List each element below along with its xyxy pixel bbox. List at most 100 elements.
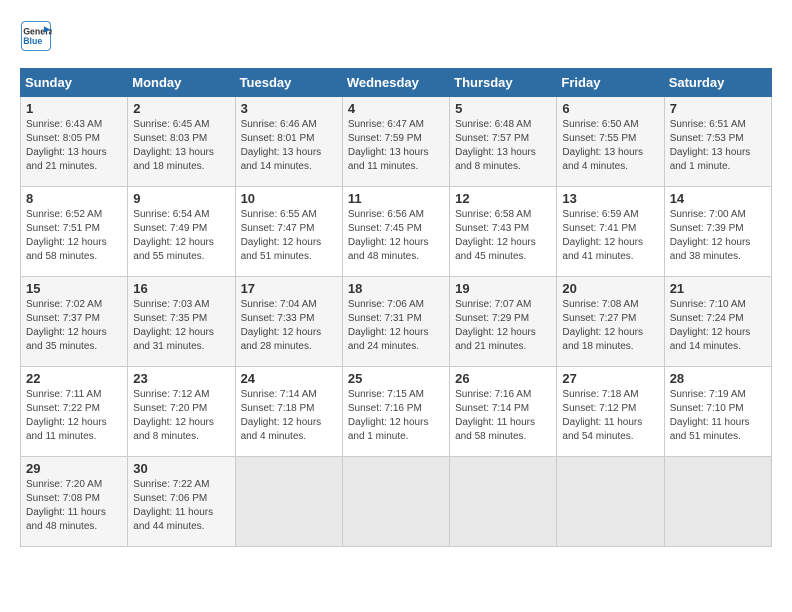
- page-header: General Blue: [20, 20, 772, 52]
- day-info: Sunrise: 6:54 AM Sunset: 7:49 PM Dayligh…: [133, 208, 229, 264]
- day-info: Sunrise: 7:18 AM Sunset: 7:12 PM Dayligh…: [562, 388, 658, 444]
- weekday-header: Monday: [128, 69, 235, 97]
- calendar-day-cell: 24 Sunrise: 7:14 AM Sunset: 7:18 PM Dayl…: [235, 367, 342, 457]
- daylight-label: Daylight: 12 hours and 58 minutes.: [26, 237, 107, 262]
- day-number: 3: [241, 101, 337, 116]
- sunset-label: Sunset: 7:10 PM: [670, 403, 744, 414]
- weekday-header: Wednesday: [342, 69, 449, 97]
- sunset-label: Sunset: 8:03 PM: [133, 133, 207, 144]
- daylight-label: Daylight: 12 hours and 31 minutes.: [133, 327, 214, 352]
- day-number: 1: [26, 101, 122, 116]
- daylight-label: Daylight: 11 hours and 44 minutes.: [133, 507, 213, 532]
- calendar-day-cell: 29 Sunrise: 7:20 AM Sunset: 7:08 PM Dayl…: [21, 457, 128, 547]
- daylight-label: Daylight: 12 hours and 45 minutes.: [455, 237, 536, 262]
- weekday-header: Tuesday: [235, 69, 342, 97]
- calendar-day-cell: 25 Sunrise: 7:15 AM Sunset: 7:16 PM Dayl…: [342, 367, 449, 457]
- sunset-label: Sunset: 7:22 PM: [26, 403, 100, 414]
- day-info: Sunrise: 7:20 AM Sunset: 7:08 PM Dayligh…: [26, 478, 122, 534]
- calendar-day-cell: 8 Sunrise: 6:52 AM Sunset: 7:51 PM Dayli…: [21, 187, 128, 277]
- sunrise-label: Sunrise: 7:11 AM: [26, 389, 101, 400]
- daylight-label: Daylight: 12 hours and 51 minutes.: [241, 237, 322, 262]
- calendar-day-cell: 14 Sunrise: 7:00 AM Sunset: 7:39 PM Dayl…: [664, 187, 771, 277]
- sunrise-label: Sunrise: 7:02 AM: [26, 299, 102, 310]
- day-number: 2: [133, 101, 229, 116]
- sunrise-label: Sunrise: 6:43 AM: [26, 119, 102, 130]
- day-number: 4: [348, 101, 444, 116]
- day-info: Sunrise: 6:47 AM Sunset: 7:59 PM Dayligh…: [348, 118, 444, 174]
- day-number: 15: [26, 281, 122, 296]
- day-number: 24: [241, 371, 337, 386]
- daylight-label: Daylight: 12 hours and 24 minutes.: [348, 327, 429, 352]
- sunrise-label: Sunrise: 7:14 AM: [241, 389, 317, 400]
- calendar-day-cell: 26 Sunrise: 7:16 AM Sunset: 7:14 PM Dayl…: [450, 367, 557, 457]
- daylight-label: Daylight: 13 hours and 11 minutes.: [348, 147, 429, 172]
- sunrise-label: Sunrise: 6:47 AM: [348, 119, 424, 130]
- daylight-label: Daylight: 12 hours and 11 minutes.: [26, 417, 107, 442]
- calendar-day-cell: 13 Sunrise: 6:59 AM Sunset: 7:41 PM Dayl…: [557, 187, 664, 277]
- sunset-label: Sunset: 8:01 PM: [241, 133, 315, 144]
- calendar-day-cell: 28 Sunrise: 7:19 AM Sunset: 7:10 PM Dayl…: [664, 367, 771, 457]
- day-number: 5: [455, 101, 551, 116]
- day-info: Sunrise: 7:12 AM Sunset: 7:20 PM Dayligh…: [133, 388, 229, 444]
- sunset-label: Sunset: 7:49 PM: [133, 223, 207, 234]
- weekday-header: Saturday: [664, 69, 771, 97]
- daylight-label: Daylight: 13 hours and 8 minutes.: [455, 147, 536, 172]
- day-number: 20: [562, 281, 658, 296]
- sunrise-label: Sunrise: 6:46 AM: [241, 119, 317, 130]
- calendar-day-cell: 17 Sunrise: 7:04 AM Sunset: 7:33 PM Dayl…: [235, 277, 342, 367]
- calendar-day-cell: 20 Sunrise: 7:08 AM Sunset: 7:27 PM Dayl…: [557, 277, 664, 367]
- day-info: Sunrise: 6:43 AM Sunset: 8:05 PM Dayligh…: [26, 118, 122, 174]
- day-info: Sunrise: 6:48 AM Sunset: 7:57 PM Dayligh…: [455, 118, 551, 174]
- sunrise-label: Sunrise: 7:22 AM: [133, 479, 209, 490]
- day-info: Sunrise: 6:50 AM Sunset: 7:55 PM Dayligh…: [562, 118, 658, 174]
- sunset-label: Sunset: 8:05 PM: [26, 133, 100, 144]
- sunset-label: Sunset: 7:14 PM: [455, 403, 529, 414]
- day-number: 23: [133, 371, 229, 386]
- calendar-day-cell: 9 Sunrise: 6:54 AM Sunset: 7:49 PM Dayli…: [128, 187, 235, 277]
- weekday-header: Thursday: [450, 69, 557, 97]
- sunset-label: Sunset: 7:06 PM: [133, 493, 207, 504]
- sunset-label: Sunset: 7:27 PM: [562, 313, 636, 324]
- calendar-day-cell: 7 Sunrise: 6:51 AM Sunset: 7:53 PM Dayli…: [664, 97, 771, 187]
- calendar-day-cell: 3 Sunrise: 6:46 AM Sunset: 8:01 PM Dayli…: [235, 97, 342, 187]
- sunrise-label: Sunrise: 6:58 AM: [455, 209, 531, 220]
- day-number: 18: [348, 281, 444, 296]
- sunrise-label: Sunrise: 7:08 AM: [562, 299, 638, 310]
- day-number: 6: [562, 101, 658, 116]
- day-number: 28: [670, 371, 766, 386]
- day-info: Sunrise: 7:04 AM Sunset: 7:33 PM Dayligh…: [241, 298, 337, 354]
- sunrise-label: Sunrise: 7:20 AM: [26, 479, 102, 490]
- daylight-label: Daylight: 12 hours and 1 minute.: [348, 417, 429, 442]
- day-info: Sunrise: 6:46 AM Sunset: 8:01 PM Dayligh…: [241, 118, 337, 174]
- calendar-day-cell: 11 Sunrise: 6:56 AM Sunset: 7:45 PM Dayl…: [342, 187, 449, 277]
- day-number: 11: [348, 191, 444, 206]
- daylight-label: Daylight: 12 hours and 55 minutes.: [133, 237, 214, 262]
- sunset-label: Sunset: 7:24 PM: [670, 313, 744, 324]
- day-number: 7: [670, 101, 766, 116]
- sunset-label: Sunset: 7:29 PM: [455, 313, 529, 324]
- sunset-label: Sunset: 7:35 PM: [133, 313, 207, 324]
- sunrise-label: Sunrise: 7:04 AM: [241, 299, 317, 310]
- sunrise-label: Sunrise: 7:10 AM: [670, 299, 746, 310]
- daylight-label: Daylight: 12 hours and 41 minutes.: [562, 237, 643, 262]
- calendar-day-cell: 2 Sunrise: 6:45 AM Sunset: 8:03 PM Dayli…: [128, 97, 235, 187]
- daylight-label: Daylight: 12 hours and 48 minutes.: [348, 237, 429, 262]
- day-number: 16: [133, 281, 229, 296]
- sunrise-label: Sunrise: 7:03 AM: [133, 299, 209, 310]
- daylight-label: Daylight: 12 hours and 4 minutes.: [241, 417, 322, 442]
- calendar-day-cell: [235, 457, 342, 547]
- day-info: Sunrise: 6:58 AM Sunset: 7:43 PM Dayligh…: [455, 208, 551, 264]
- daylight-label: Daylight: 11 hours and 58 minutes.: [455, 417, 535, 442]
- daylight-label: Daylight: 12 hours and 38 minutes.: [670, 237, 751, 262]
- sunrise-label: Sunrise: 6:45 AM: [133, 119, 209, 130]
- calendar-week-row: 22 Sunrise: 7:11 AM Sunset: 7:22 PM Dayl…: [21, 367, 772, 457]
- svg-text:General: General: [23, 26, 52, 36]
- calendar-header: SundayMondayTuesdayWednesdayThursdayFrid…: [21, 69, 772, 97]
- sunrise-label: Sunrise: 6:54 AM: [133, 209, 209, 220]
- day-info: Sunrise: 7:22 AM Sunset: 7:06 PM Dayligh…: [133, 478, 229, 534]
- calendar-day-cell: 10 Sunrise: 6:55 AM Sunset: 7:47 PM Dayl…: [235, 187, 342, 277]
- sunset-label: Sunset: 7:45 PM: [348, 223, 422, 234]
- daylight-label: Daylight: 11 hours and 51 minutes.: [670, 417, 750, 442]
- day-number: 26: [455, 371, 551, 386]
- sunset-label: Sunset: 7:39 PM: [670, 223, 744, 234]
